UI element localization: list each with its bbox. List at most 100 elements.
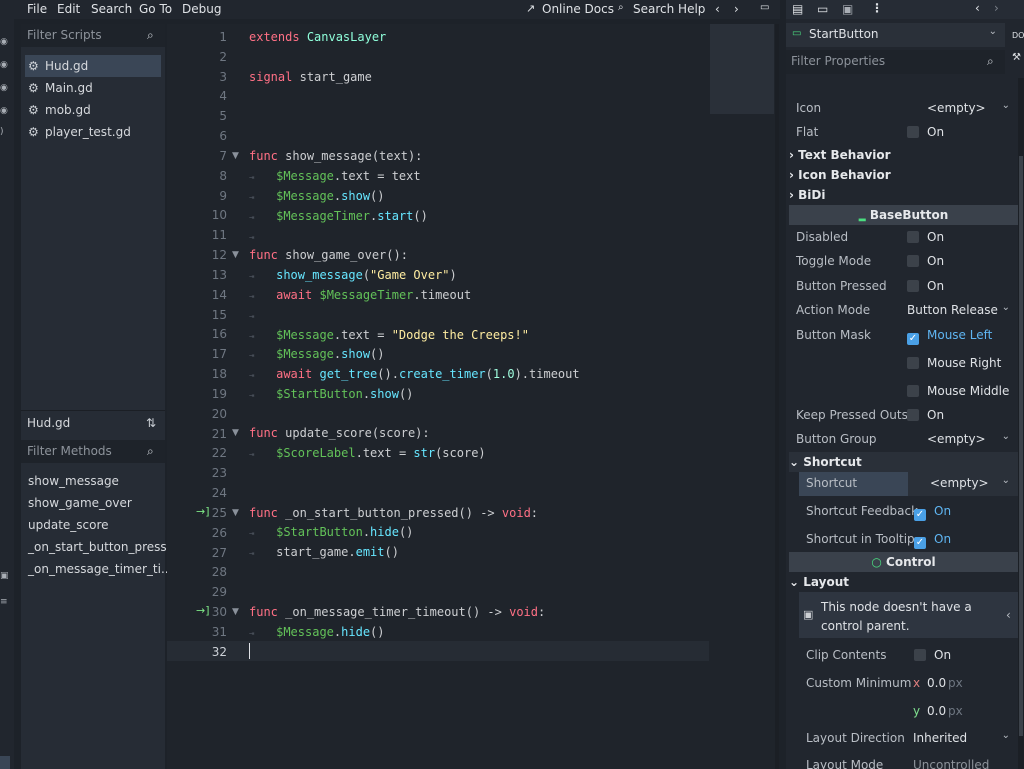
- visibility-icon[interactable]: ◉: [0, 60, 10, 70]
- section-layout[interactable]: ⌄ Layout: [789, 572, 1018, 592]
- category-control[interactable]: ○ Control: [789, 552, 1018, 572]
- prop-shortcut[interactable]: Shortcut <empty> ⌄: [799, 472, 1018, 496]
- prop-disabled[interactable]: Disabled On: [789, 226, 1018, 250]
- history-back-icon[interactable]: ‹: [975, 1, 980, 15]
- line-number: 4: [219, 89, 227, 104]
- chevron-down-icon: ⌄: [1001, 431, 1010, 442]
- new-script-icon[interactable]: ▤: [792, 2, 803, 16]
- prop-custom-minimum-y[interactable]: y 0.0 px: [799, 700, 1018, 724]
- visibility-icon[interactable]: ◉: [0, 106, 10, 116]
- method-item[interactable]: show_message: [28, 470, 119, 492]
- script-item-hud[interactable]: ⚙ Hud.gd: [25, 55, 161, 77]
- checkbox[interactable]: [907, 280, 919, 292]
- prop-mouse-right[interactable]: Mouse Right: [789, 352, 1018, 376]
- prop-custom-minimum-x[interactable]: Custom Minimum x 0.0 px: [799, 672, 1018, 696]
- axis-y-label: y: [913, 704, 921, 718]
- prop-button-group[interactable]: Button Group <empty> ⌄: [789, 428, 1018, 452]
- method-item[interactable]: update_score: [28, 514, 109, 536]
- fold-arrow-icon[interactable]: ▼: [232, 423, 239, 443]
- menu-goto[interactable]: Go To: [139, 2, 172, 16]
- menu-search[interactable]: Search: [91, 2, 132, 16]
- checkbox[interactable]: [907, 126, 919, 138]
- checkbox[interactable]: [907, 357, 919, 369]
- menu-edit[interactable]: Edit: [57, 2, 80, 16]
- method-item[interactable]: _on_start_button_press...: [28, 536, 178, 558]
- checkbox[interactable]: [907, 385, 919, 397]
- category-base-button[interactable]: ▂ BaseButton: [789, 205, 1018, 225]
- visibility-icon[interactable]: ◉: [0, 83, 10, 93]
- prop-shortcut-feedback[interactable]: Shortcut Feedback ✓ On: [799, 500, 1018, 524]
- history-forward-icon[interactable]: ›: [994, 1, 999, 15]
- prop-button-pressed[interactable]: Button Pressed On: [789, 275, 1018, 299]
- save-icon[interactable]: ▣: [842, 2, 853, 16]
- line-number: 14: [211, 287, 227, 302]
- fold-arrow-icon[interactable]: ▼: [232, 146, 239, 166]
- history-forward-icon[interactable]: ›: [734, 2, 739, 16]
- prop-value[interactable]: 0.0: [927, 676, 946, 690]
- method-item[interactable]: show_game_over: [28, 492, 132, 514]
- code-line: func update_score(score):: [249, 426, 430, 440]
- filter-scripts-input[interactable]: Filter Scripts: [21, 24, 165, 47]
- fold-arrow-icon[interactable]: ▼: [232, 245, 239, 265]
- section-icon-behavior[interactable]: › Icon Behavior: [789, 165, 1018, 185]
- history-back-icon[interactable]: ‹: [715, 2, 720, 16]
- online-docs-button[interactable]: Online Docs: [542, 2, 614, 16]
- signal-connection-icon[interactable]: →]: [196, 604, 210, 617]
- list-icon[interactable]: ≡: [0, 597, 10, 607]
- code-line: ⇥ show_message("Game Over"): [249, 268, 457, 282]
- toggle-panel-icon[interactable]: ▭: [760, 2, 769, 13]
- section-bidi[interactable]: › BiDi: [789, 185, 1018, 205]
- panel-icon[interactable]: ▣: [0, 571, 10, 581]
- prop-button-mask[interactable]: Button Mask ✓ Mouse Left: [789, 324, 1018, 348]
- menu-debug[interactable]: Debug: [182, 2, 221, 16]
- checkbox[interactable]: [907, 231, 919, 243]
- menu-file[interactable]: File: [27, 2, 47, 16]
- section-shortcut[interactable]: ⌄ Shortcut: [789, 452, 1018, 472]
- inspector-scrollbar[interactable]: [1018, 78, 1024, 769]
- prop-toggle-mode[interactable]: Toggle Mode On: [789, 250, 1018, 274]
- docs-icon[interactable]: DO: [1012, 24, 1024, 47]
- scrollbar-thumb[interactable]: [1019, 156, 1023, 736]
- line-number: 8: [219, 168, 227, 183]
- prop-flat[interactable]: Flat On: [789, 121, 1018, 145]
- script-item-player-test[interactable]: ⚙ player_test.gd: [25, 121, 161, 143]
- prop-action-mode[interactable]: Action Mode Button Release ⌄: [789, 299, 1018, 323]
- checkbox-checked[interactable]: ✓: [907, 333, 919, 345]
- prop-mouse-middle[interactable]: Mouse Middle: [789, 380, 1018, 404]
- prop-label: Button Mask: [796, 328, 871, 342]
- chevron-left-icon[interactable]: ‹: [1006, 608, 1011, 622]
- code-minimap[interactable]: [710, 24, 774, 114]
- prop-value[interactable]: 0.0: [927, 704, 946, 718]
- prop-shortcut-tooltip[interactable]: Shortcut in Tooltip ✓ On: [799, 528, 1018, 552]
- checkbox[interactable]: [907, 255, 919, 267]
- filter-methods-input[interactable]: Filter Methods: [21, 440, 165, 463]
- more-options-icon[interactable]: ⋮: [871, 1, 883, 15]
- sort-icon[interactable]: ⇅: [146, 416, 156, 430]
- fold-arrow-icon[interactable]: ▼: [232, 503, 239, 523]
- tools-icon[interactable]: ⚒: [1012, 52, 1024, 72]
- search-help-button[interactable]: Search Help: [633, 2, 705, 16]
- checkbox[interactable]: [907, 409, 919, 421]
- section-text-behavior[interactable]: › Text Behavior: [789, 145, 1018, 165]
- signal-icon[interactable]: ): [0, 127, 10, 137]
- prop-icon[interactable]: Icon <empty> ⌄: [789, 97, 1018, 121]
- script-item-mob[interactable]: ⚙ mob.gd: [25, 99, 161, 121]
- code-line: func show_message(text):: [249, 149, 423, 163]
- visibility-icon[interactable]: ◉: [0, 37, 10, 47]
- dock-tab[interactable]: [0, 756, 10, 769]
- node-selector[interactable]: ▭ StartButton ⌄: [786, 23, 1005, 47]
- editor-scrollbar[interactable]: [775, 24, 779, 769]
- method-item[interactable]: _on_message_timer_ti...: [28, 558, 172, 580]
- checkbox-checked[interactable]: ✓: [914, 509, 926, 521]
- folder-icon[interactable]: ▭: [817, 2, 828, 16]
- prop-layout-mode[interactable]: Layout Mode Uncontrolled: [799, 754, 1018, 769]
- fold-arrow-icon[interactable]: ▼: [232, 602, 239, 622]
- prop-clip-contents[interactable]: Clip Contents On: [799, 644, 1018, 668]
- checkbox-checked[interactable]: ✓: [914, 537, 926, 549]
- checkbox[interactable]: [914, 649, 926, 661]
- prop-keep-pressed[interactable]: Keep Pressed Outsi On: [789, 404, 1018, 428]
- filter-properties-input[interactable]: Filter Properties ⌕: [786, 50, 1005, 74]
- signal-connection-icon[interactable]: →]: [196, 505, 210, 518]
- script-item-main[interactable]: ⚙ Main.gd: [25, 77, 161, 99]
- prop-layout-direction[interactable]: Layout Direction Inherited ⌄: [799, 727, 1018, 751]
